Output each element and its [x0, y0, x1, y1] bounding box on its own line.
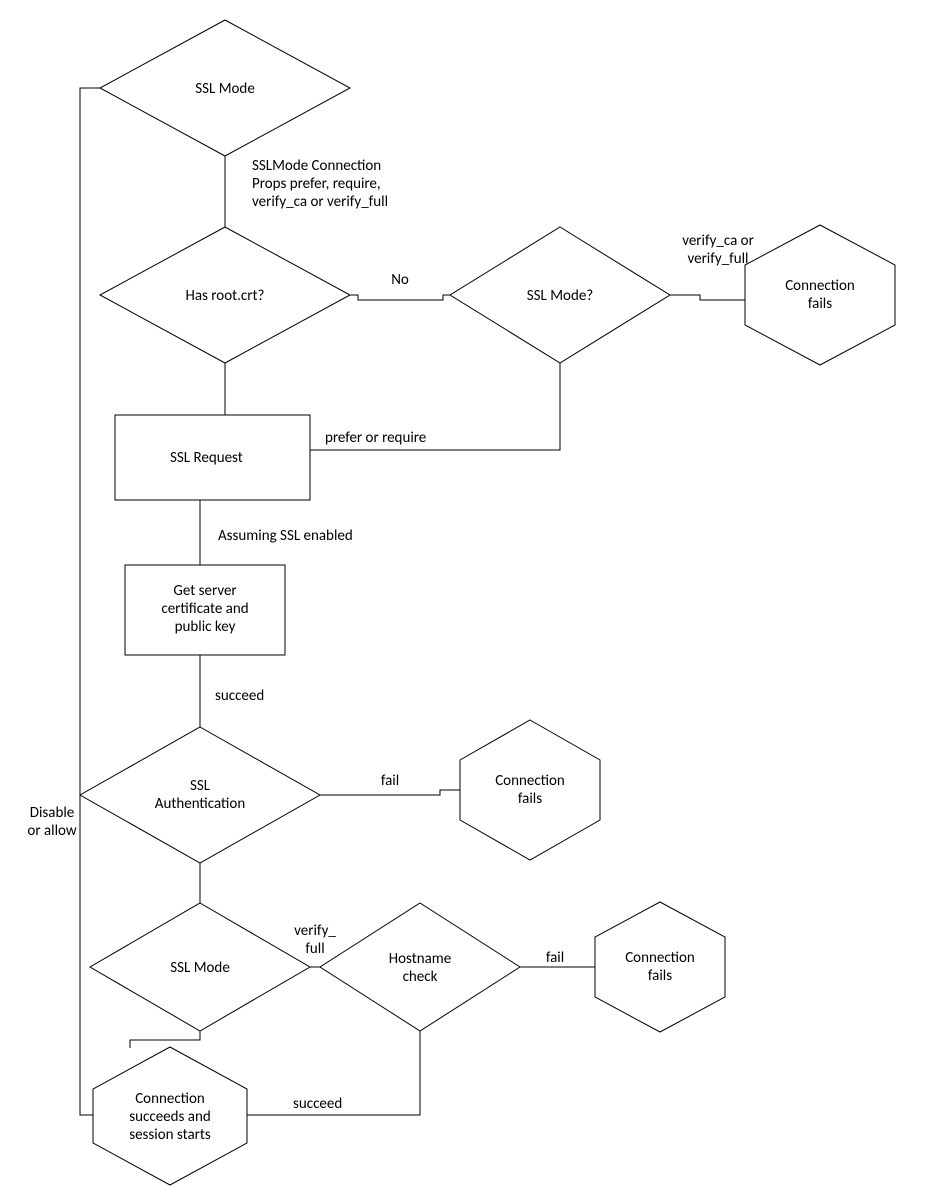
has-root-crt-label: Has root.crt? — [186, 287, 265, 305]
edge-succeed-1-label: succeed — [215, 687, 264, 705]
ssl-request-label: SSL Request — [170, 449, 243, 467]
edge-succeed-2-label: succeed — [293, 1095, 342, 1113]
edge-disable-allow — [80, 88, 100, 1115]
edge-sslmode-props-3: verify_ca or verify_full — [252, 193, 388, 211]
hostname-check-l1: Hostname — [389, 950, 452, 968]
edge-prefer-require-label: prefer or require — [325, 429, 426, 447]
edge-verify-ca-full-2: verify_full — [687, 250, 748, 268]
conn-succ-l2: succeeds and — [129, 1108, 210, 1126]
connection-fails-1-l1: Connection — [785, 277, 855, 295]
edge-disable-allow-label-2: or allow — [27, 822, 76, 840]
edge-verify-full-l1: verify_ — [294, 922, 336, 940]
edge-assume-ssl-label: Assuming SSL enabled — [218, 527, 353, 545]
get-server-cert-l3: public key — [175, 618, 236, 636]
connection-fails-2-l1: Connection — [495, 772, 565, 790]
ssl-mode-top-label: SSL Mode — [195, 80, 255, 98]
edge-fail-1-label: fail — [381, 772, 399, 790]
edge-disable-allow-label-1: Disable — [30, 804, 75, 822]
edge-fail-2-label: fail — [546, 949, 564, 967]
conn-succ-l1: Connection — [135, 1090, 205, 1108]
ssl-mode-bottom-label: SSL Mode — [170, 959, 230, 977]
ssl-auth-l1: SSL — [190, 777, 211, 795]
connection-fails-1-l2: fails — [808, 295, 832, 313]
edge-fail-1 — [320, 790, 460, 795]
get-server-cert-l1: Get server — [173, 582, 236, 600]
conn-succ-l3: session starts — [129, 1126, 211, 1144]
edge-verify-full-l2: full — [305, 940, 324, 958]
edge-no — [350, 295, 450, 300]
edge-sslmode-props-1: SSLMode Connection — [252, 157, 381, 175]
ssl-mode-q-label: SSL Mode? — [527, 287, 594, 305]
connection-fails-2-l2: fails — [518, 790, 542, 808]
edge-mode-to-success — [130, 1031, 200, 1048]
edge-verify-ca-full-1: verify_ca or — [682, 232, 754, 250]
get-server-cert-l2: certificate and — [161, 600, 248, 618]
ssl-auth-l2: Authentication — [155, 795, 245, 813]
edge-no-label: No — [391, 271, 409, 289]
connection-fails-3-l2: fails — [648, 967, 672, 985]
hostname-check-l2: check — [403, 968, 438, 986]
connection-fails-3-l1: Connection — [625, 949, 695, 967]
edge-sslmode-props-2: Props prefer, require, — [252, 175, 381, 193]
